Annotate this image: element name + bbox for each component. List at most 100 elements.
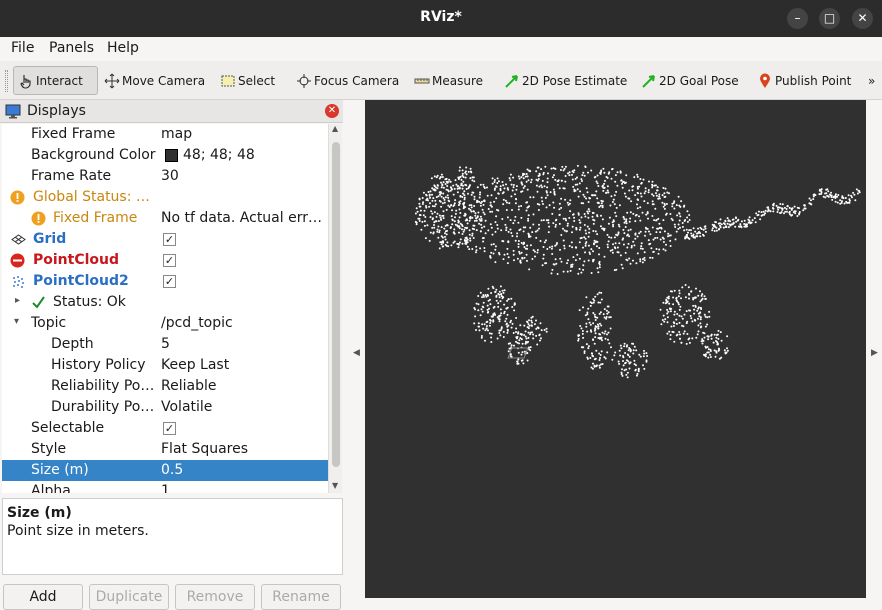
tree-row-reliability-policy[interactable]: Reliability Po… Reliable [2, 376, 328, 397]
tree-row-fixed-frame-status[interactable]: Fixed Frame No tf data. Actual err… [2, 208, 328, 229]
green-arrow-icon [505, 74, 518, 88]
menu-help[interactable]: Help [107, 40, 139, 56]
tree-value: No tf data. Actual err… [161, 210, 322, 226]
tool-interact-label: Interact [36, 73, 83, 88]
toolbar-overflow-button[interactable]: » [864, 66, 879, 95]
tool-select-label: Select [238, 73, 276, 88]
left-splitter[interactable]: ◀ [345, 100, 365, 606]
tool-2d-pose-estimate[interactable]: 2D Pose Estimate [500, 66, 631, 95]
render-viewport[interactable] [365, 100, 866, 598]
tree-value[interactable]: 0.5 [161, 462, 183, 478]
scrollbar-thumb[interactable] [332, 142, 340, 467]
tool-select[interactable]: Select [216, 66, 279, 95]
tree-key: Grid [33, 231, 67, 247]
tree-value[interactable]: Volatile [161, 399, 212, 415]
tree-key: Topic [31, 315, 67, 331]
collapse-arrow-icon[interactable]: ▾ [14, 316, 19, 327]
window-titlebar: RViz* – □ ✕ [0, 0, 882, 37]
green-arrow-icon [642, 74, 655, 88]
tree-row-grid[interactable]: Grid ✓ [2, 229, 328, 250]
tree-row-fixed-frame[interactable]: Fixed Frame map [2, 124, 328, 145]
displays-close-button[interactable]: ✕ [325, 104, 339, 118]
tree-row-pointcloud[interactable]: PointCloud ✓ [2, 250, 328, 271]
close-button[interactable]: ✕ [852, 8, 873, 29]
toolbar-grip[interactable] [5, 70, 8, 92]
right-splitter[interactable]: ▶ [866, 100, 882, 606]
tree-key: PointCloud2 [33, 273, 129, 289]
displays-panel: Displays ✕ Fixed Frame map Background Co… [0, 100, 345, 610]
tool-publish-point[interactable]: Publish Point [753, 66, 855, 95]
pointcloud2-enabled-checkbox[interactable]: ✓ [163, 275, 176, 288]
menu-bar: File Panels Help [0, 37, 882, 61]
tree-value[interactable]: Flat Squares [161, 441, 248, 457]
crosshair-icon [297, 73, 311, 88]
tool-2d-goal-pose[interactable]: 2D Goal Pose [637, 66, 743, 95]
tree-key: Background Color [31, 147, 156, 163]
tree-row-depth[interactable]: Depth 5 [2, 334, 328, 355]
close-icon: ✕ [857, 11, 868, 25]
remove-button[interactable]: Remove [175, 584, 255, 610]
tree-row-alpha[interactable]: Alpha 1 [2, 481, 328, 493]
minimize-button[interactable]: – [787, 8, 808, 29]
tree-key: Frame Rate [31, 168, 112, 184]
collapse-left-icon[interactable]: ◀ [353, 348, 360, 358]
scroll-up-icon[interactable]: ▲ [332, 124, 338, 133]
tree-row-style[interactable]: Style Flat Squares [2, 439, 328, 460]
window-title: RViz* [420, 9, 462, 25]
tree-key: Depth [51, 336, 94, 352]
tree-row-background-color[interactable]: Background Color 48; 48; 48 [2, 145, 328, 166]
tree-key: Selectable [31, 420, 105, 436]
tool-focus-camera-label: Focus Camera [314, 73, 400, 88]
color-swatch[interactable] [165, 149, 178, 162]
tree-value[interactable]: 5 [161, 336, 170, 352]
menu-panels[interactable]: Panels [49, 40, 94, 56]
tree-value[interactable]: /pcd_topic [161, 315, 233, 331]
tree-value[interactable]: 1 [161, 483, 170, 493]
property-description-box: Size (m) Point size in meters. [2, 498, 343, 575]
tree-key: Fixed Frame [31, 126, 116, 142]
tree-row-history-policy[interactable]: History Policy Keep Last [2, 355, 328, 376]
pointcloud-enabled-checkbox[interactable]: ✓ [163, 254, 176, 267]
tree-key: Global Status: … [33, 189, 150, 205]
duplicate-button[interactable]: Duplicate [89, 584, 169, 610]
tree-value[interactable]: 48; 48; 48 [183, 147, 255, 163]
tool-move-camera-label: Move Camera [122, 73, 206, 88]
tool-focus-camera[interactable]: Focus Camera [292, 66, 403, 95]
displays-tree[interactable]: Fixed Frame map Background Color 48; 48;… [2, 124, 328, 493]
tool-move-camera[interactable]: Move Camera [100, 66, 209, 95]
warning-icon [31, 211, 46, 226]
rename-button[interactable]: Rename [261, 584, 341, 610]
tool-2d-pose-estimate-label: 2D Pose Estimate [522, 73, 628, 88]
grid-enabled-checkbox[interactable]: ✓ [163, 233, 176, 246]
tree-row-pointcloud2[interactable]: PointCloud2 ✓ [2, 271, 328, 292]
maximize-button[interactable]: □ [819, 8, 840, 29]
tool-measure-label: Measure [432, 73, 483, 88]
tree-row-size[interactable]: Size (m) 0.5 [2, 460, 328, 481]
tree-key: Reliability Po… [51, 378, 155, 394]
tool-2d-goal-pose-label: 2D Goal Pose [659, 73, 739, 88]
tool-measure[interactable]: Measure [410, 66, 487, 95]
tree-row-durability-policy[interactable]: Durability Po… Volatile [2, 397, 328, 418]
select-rect-icon [221, 75, 235, 86]
tree-row-status-ok[interactable]: ▸ Status: Ok [2, 292, 328, 313]
tree-scrollbar[interactable]: ▲ ▼ [328, 124, 342, 493]
displays-header: Displays ✕ [0, 100, 343, 123]
collapse-right-icon[interactable]: ▶ [871, 348, 878, 358]
tool-publish-point-label: Publish Point [775, 73, 852, 88]
tree-value[interactable]: map [161, 126, 192, 142]
tree-key: Fixed Frame [53, 210, 138, 226]
tree-value[interactable]: Reliable [161, 378, 216, 394]
tool-interact[interactable]: Interact [13, 66, 98, 95]
move-arrows-icon [104, 73, 120, 88]
scroll-down-icon[interactable]: ▼ [332, 481, 338, 490]
selectable-checkbox[interactable]: ✓ [163, 422, 176, 435]
tree-row-topic[interactable]: ▾ Topic /pcd_topic [2, 313, 328, 334]
expand-arrow-icon[interactable]: ▸ [15, 295, 20, 306]
add-button[interactable]: Add [3, 584, 83, 610]
tree-value[interactable]: Keep Last [161, 357, 229, 373]
menu-file[interactable]: File [11, 40, 34, 56]
tree-value[interactable]: 30 [161, 168, 179, 184]
tree-row-global-status[interactable]: Global Status: … [2, 187, 328, 208]
tree-row-selectable[interactable]: Selectable ✓ [2, 418, 328, 439]
tree-row-frame-rate[interactable]: Frame Rate 30 [2, 166, 328, 187]
